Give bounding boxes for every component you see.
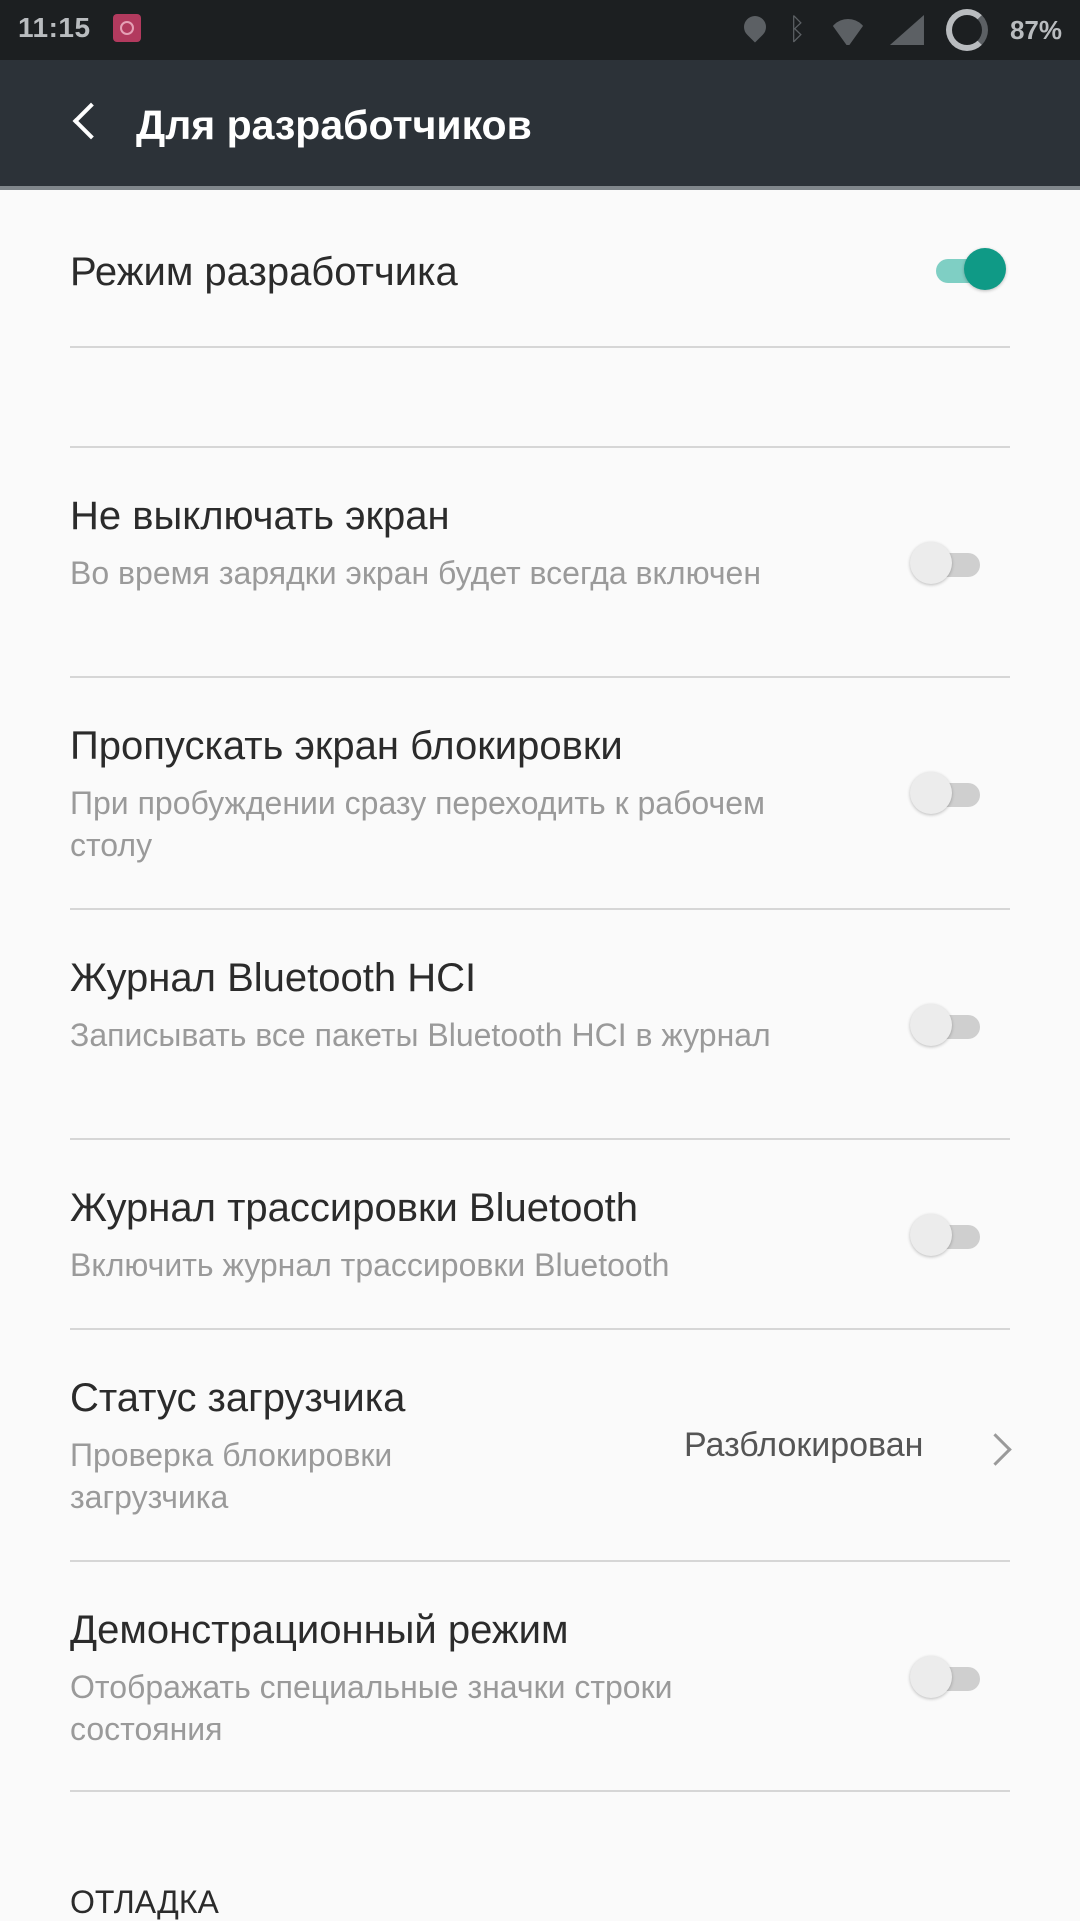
- setting-title: Журнал трассировки Bluetooth: [70, 1186, 638, 1230]
- setting-subtitle: Отображать специальные значки строки сос…: [70, 1669, 673, 1747]
- back-arrow-icon[interactable]: [70, 108, 96, 134]
- signal-icon: [890, 15, 924, 45]
- chevron-right-icon: [979, 1433, 1012, 1466]
- divider: [70, 1790, 1010, 1792]
- notification-icon: [113, 14, 141, 42]
- developer-mode-label: Режим разработчика: [70, 250, 458, 294]
- setting-subtitle: Во время зарядки экран будет всегда вклю…: [70, 555, 762, 591]
- section-header-debug: ОТЛАДКА: [70, 1884, 219, 1920]
- setting-row-stay-awake[interactable]: Не выключать экран Во время зарядки экра…: [0, 448, 1080, 676]
- setting-title: Пропускать экран блокировки: [70, 724, 623, 768]
- location-icon: [744, 16, 766, 44]
- setting-row-bluetooth-trace[interactable]: Журнал трассировки Bluetooth Включить жу…: [0, 1140, 1080, 1328]
- battery-ring-icon: [945, 9, 988, 51]
- stay-awake-switch[interactable]: [910, 542, 982, 584]
- divider: [70, 346, 1010, 348]
- bluetooth-trace-switch[interactable]: [910, 1214, 982, 1256]
- bluetooth-hci-switch[interactable]: [910, 1004, 982, 1046]
- app-bar: Для разработчиков: [0, 60, 1080, 190]
- developer-mode-row[interactable]: Режим разработчика: [0, 190, 1080, 348]
- page-title: Для разработчиков: [136, 102, 532, 148]
- setting-row-skip-lock[interactable]: Пропускать экран блокировки При пробужде…: [0, 678, 1080, 906]
- skip-lock-switch[interactable]: [910, 772, 982, 814]
- battery-percent: 87%: [1009, 14, 1062, 45]
- bluetooth-icon: ᛒ: [787, 13, 806, 46]
- setting-subtitle: Записывать все пакеты Bluetooth HCI в жу…: [70, 1017, 771, 1053]
- setting-title: Демонстрационный режим: [70, 1608, 569, 1652]
- status-time: 11:15: [18, 12, 91, 43]
- demo-mode-switch[interactable]: [910, 1656, 982, 1698]
- setting-title: Статус загрузчика: [70, 1376, 406, 1420]
- setting-row-demo-mode[interactable]: Демонстрационный режим Отображать специа…: [0, 1562, 1080, 1790]
- bootloader-status-value: Разблокирован: [684, 1426, 924, 1464]
- setting-subtitle: Включить журнал трассировки Bluetooth: [70, 1247, 670, 1283]
- status-bar: 11:15 ᛒ 87%: [0, 0, 1080, 60]
- setting-title: Не выключать экран: [70, 494, 450, 538]
- setting-row-bluetooth-hci[interactable]: Журнал Bluetooth HCI Записывать все паке…: [0, 910, 1080, 1138]
- setting-row-bootloader[interactable]: Статус загрузчика Проверка блокировки за…: [0, 1330, 1080, 1558]
- wifi-icon: [828, 15, 868, 45]
- setting-subtitle: При пробуждении сразу переходить к рабоч…: [70, 785, 765, 863]
- setting-subtitle: Проверка блокировки загрузчика: [70, 1437, 393, 1515]
- setting-title: Журнал Bluetooth HCI: [70, 956, 477, 1000]
- developer-mode-switch[interactable]: [930, 248, 1006, 290]
